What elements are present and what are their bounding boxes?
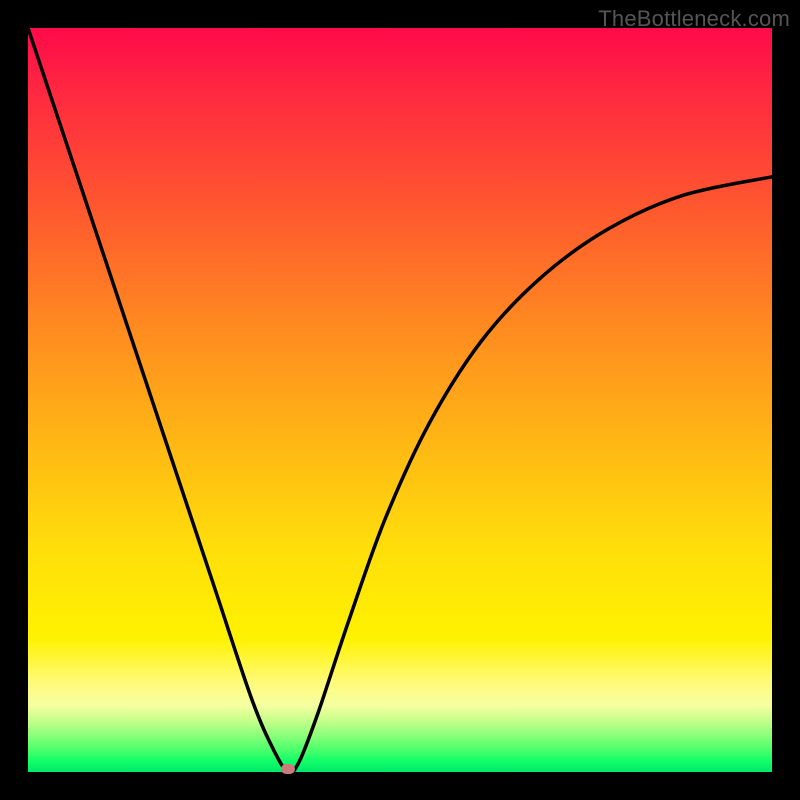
bottleneck-curve — [28, 28, 772, 772]
optimum-marker — [281, 764, 295, 774]
chart-frame: TheBottleneck.com — [0, 0, 800, 800]
watermark-text: TheBottleneck.com — [598, 6, 790, 32]
chart-plot-area — [28, 28, 772, 772]
bottleneck-curve-path — [28, 28, 772, 773]
